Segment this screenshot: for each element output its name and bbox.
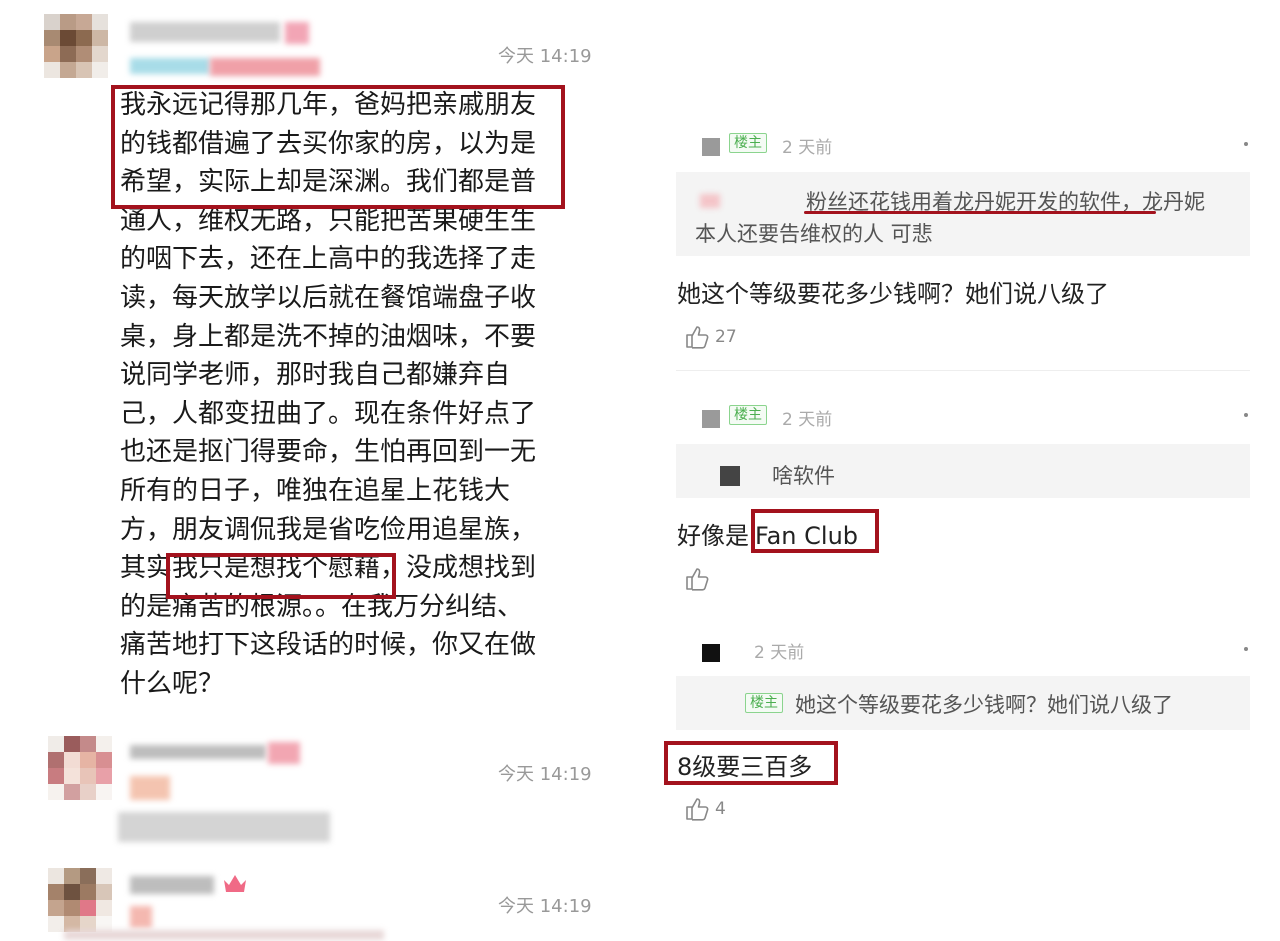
- comment-line: 也还是抠门得要命，生怕再回到一无: [120, 437, 537, 468]
- more-options-icon[interactable]: [1244, 647, 1248, 651]
- comment-line: 什么呢？: [120, 668, 225, 699]
- user-level-blurred: [130, 776, 170, 800]
- comment-line: 痛苦地打下这段话的时候，你又在做: [120, 630, 537, 661]
- username-blurred[interactable]: [130, 745, 266, 759]
- red-underline: [804, 211, 1156, 214]
- user-avatar[interactable]: [48, 868, 112, 932]
- highlight-box-fanclub: [751, 509, 879, 553]
- comment-text-blurred: [64, 930, 384, 940]
- user-level-blurred: [130, 58, 210, 74]
- user-level-blurred: [130, 906, 152, 928]
- username-blurred[interactable]: [130, 22, 280, 42]
- avatar-placeholder[interactable]: [702, 410, 720, 428]
- op-tag: 楼主: [729, 133, 767, 153]
- crown-icon: [222, 872, 248, 894]
- comment-time: 今天 14:19: [498, 46, 592, 67]
- comment-line: 桌，身上都是洗不掉的油烟味，不要: [120, 321, 537, 352]
- quoted-op-tag: 楼主: [745, 693, 783, 713]
- quoted-text: 啥软件: [772, 464, 835, 488]
- user-avatar[interactable]: [44, 14, 108, 78]
- like-count: 4: [715, 799, 726, 819]
- quoted-user-blurred: [700, 194, 720, 208]
- comment-time: 今天 14:19: [498, 764, 592, 785]
- highlight-box-price: [664, 741, 838, 785]
- like-icon[interactable]: [684, 796, 710, 822]
- highlight-box-top: [111, 85, 565, 209]
- op-tag: 楼主: [729, 405, 767, 425]
- user-avatar[interactable]: [48, 736, 112, 800]
- avatar-placeholder[interactable]: [702, 644, 720, 662]
- quoted-reply[interactable]: [676, 444, 1250, 498]
- comment-time: 今天 14:19: [498, 896, 592, 917]
- more-options-icon[interactable]: [1244, 142, 1248, 146]
- highlight-box-mid: [166, 553, 396, 599]
- comment-line: 己，人都变扭曲了。现在条件好点了: [120, 398, 537, 429]
- comment-line: 的咽下去，还在上高中的我选择了走: [120, 244, 537, 275]
- more-options-icon[interactable]: [1244, 413, 1248, 417]
- reply-text-part: 好像是: [677, 522, 749, 550]
- like-count: 27: [715, 327, 737, 347]
- reply-time: 2 天前: [782, 138, 833, 158]
- quoted-text-line: 本人还要告维权的人 可悲: [695, 222, 933, 246]
- comment-line: 读，每天放学以后就在餐馆端盘子收: [120, 282, 537, 313]
- reply-time: 2 天前: [754, 643, 805, 663]
- like-icon[interactable]: [684, 324, 710, 350]
- user-badge-blurred: [285, 22, 309, 44]
- user-badge-blurred: [268, 742, 300, 764]
- reply-text: 她这个等级要花多少钱啊？她们说八级了: [677, 280, 1109, 308]
- quoted-text: 她这个等级要花多少钱啊？她们说八级了: [795, 693, 1173, 717]
- divider: [676, 370, 1250, 371]
- comment-line: 说同学老师，那时我自己都嫌弃自: [120, 360, 511, 391]
- comment-line: 方，朋友调侃我是省吃俭用追星族，: [120, 514, 537, 545]
- comment-line: 所有的日子，唯独在追星上花钱大: [120, 475, 511, 506]
- user-title-blurred: [210, 58, 320, 76]
- username-blurred[interactable]: [130, 876, 214, 894]
- comment-text-blurred: [118, 812, 330, 842]
- avatar-placeholder[interactable]: [702, 138, 720, 156]
- quoted-avatar-placeholder: [720, 466, 740, 486]
- reply-time: 2 天前: [782, 410, 833, 430]
- like-icon[interactable]: [684, 566, 710, 592]
